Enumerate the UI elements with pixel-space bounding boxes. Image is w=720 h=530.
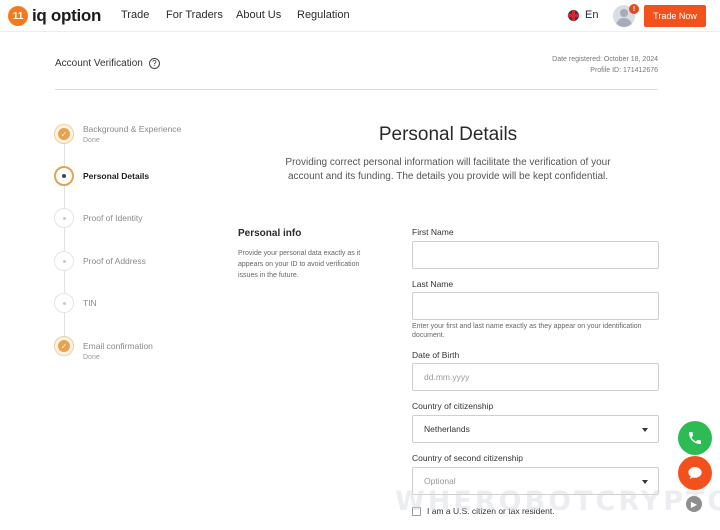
page-description: Providing correct personal information w… — [285, 157, 611, 182]
chat-icon — [688, 467, 702, 479]
logo-text: iq option — [32, 6, 102, 25]
us-citizen-checkbox[interactable] — [412, 506, 421, 516]
current-dot-icon — [62, 174, 66, 178]
trade-now-button[interactable]: Trade Now — [644, 5, 706, 27]
step-pending-indicator — [54, 208, 74, 228]
language-selector[interactable]: En — [568, 9, 598, 21]
us-citizen-label: I am a U.S. citizen or tax resident. — [427, 506, 555, 516]
logo-badge: 11 — [8, 6, 28, 26]
step-status: Done — [83, 137, 100, 144]
section-title: Personal info — [238, 228, 302, 239]
nav-regulation[interactable]: Regulation — [297, 9, 350, 21]
logo[interactable]: 11 iq option — [8, 6, 101, 26]
citizenship-value: Netherlands — [424, 424, 470, 434]
phone-support-button[interactable] — [678, 421, 712, 455]
steps-connector-line — [64, 133, 65, 346]
registration-info: Date registered: October 18, 2024 Profil… — [552, 54, 658, 76]
avatar-body — [616, 18, 632, 27]
chat-support-button[interactable] — [678, 456, 712, 490]
step-current-indicator — [54, 166, 74, 186]
date-of-birth-label: Date of Birth — [412, 350, 460, 360]
chevron-down-icon — [642, 428, 648, 432]
last-name-input[interactable] — [412, 292, 659, 320]
step-label: Background & Experience — [83, 124, 182, 134]
pending-dot-icon — [62, 259, 66, 263]
first-name-input[interactable] — [412, 241, 659, 269]
date-registered: Date registered: October 18, 2024 — [552, 56, 658, 63]
step-done-indicator: ✓ — [54, 124, 74, 144]
uk-flag-icon — [568, 9, 579, 21]
checkmark-icon: ✓ — [58, 340, 70, 352]
language-label: En — [585, 9, 599, 21]
profile-id: Profile ID: 171412676 — [590, 67, 658, 74]
scroll-arrow-icon[interactable]: ▶ — [686, 496, 702, 512]
pending-dot-icon — [62, 216, 66, 220]
chevron-down-icon — [642, 480, 648, 484]
notification-badge: ! — [629, 4, 639, 14]
second-citizenship-label: Country of second citizenship — [412, 453, 524, 463]
account-verification-title: Account Verification ? — [55, 58, 160, 69]
step-label: Proof of Identity — [83, 213, 143, 223]
citizenship-select[interactable]: Netherlands — [412, 415, 659, 443]
nav-trade[interactable]: Trade — [121, 9, 149, 21]
section-description: Provide your personal data exactly as it… — [238, 250, 361, 279]
help-icon[interactable]: ? — [148, 58, 160, 69]
step-status: Done — [83, 354, 100, 361]
page-title: Personal Details — [378, 124, 518, 145]
name-hint: Enter your first and last name exactly a… — [412, 323, 642, 339]
second-citizenship-value: Optional — [424, 476, 456, 486]
step-label: Personal Details — [83, 171, 150, 181]
top-bar: 11 iq option Trade For Traders About Us … — [0, 0, 720, 32]
divider — [55, 89, 658, 90]
step-done-indicator: ✓ — [54, 336, 74, 356]
pending-dot-icon — [62, 301, 66, 305]
first-name-label: First Name — [412, 227, 454, 237]
us-citizen-checkbox-row[interactable]: I am a U.S. citizen or tax resident. — [412, 506, 555, 516]
nav-about-us[interactable]: About Us — [236, 9, 281, 21]
step-label: Proof of Address — [83, 256, 146, 266]
phone-icon — [689, 432, 701, 444]
date-of-birth-input[interactable]: dd.mm.yyyy — [412, 363, 659, 391]
checkmark-icon: ✓ — [58, 128, 70, 140]
avatar-head — [620, 9, 628, 17]
last-name-label: Last Name — [412, 279, 454, 289]
account-verification-label: Account Verification — [55, 58, 143, 69]
step-label: TIN — [83, 298, 97, 308]
step-pending-indicator — [54, 293, 74, 313]
step-label: Email confirmation — [83, 341, 153, 351]
step-pending-indicator — [54, 251, 74, 271]
second-citizenship-select[interactable]: Optional — [412, 467, 659, 495]
nav-for-traders[interactable]: For Traders — [166, 9, 223, 21]
citizenship-label: Country of citizenship — [412, 401, 494, 411]
